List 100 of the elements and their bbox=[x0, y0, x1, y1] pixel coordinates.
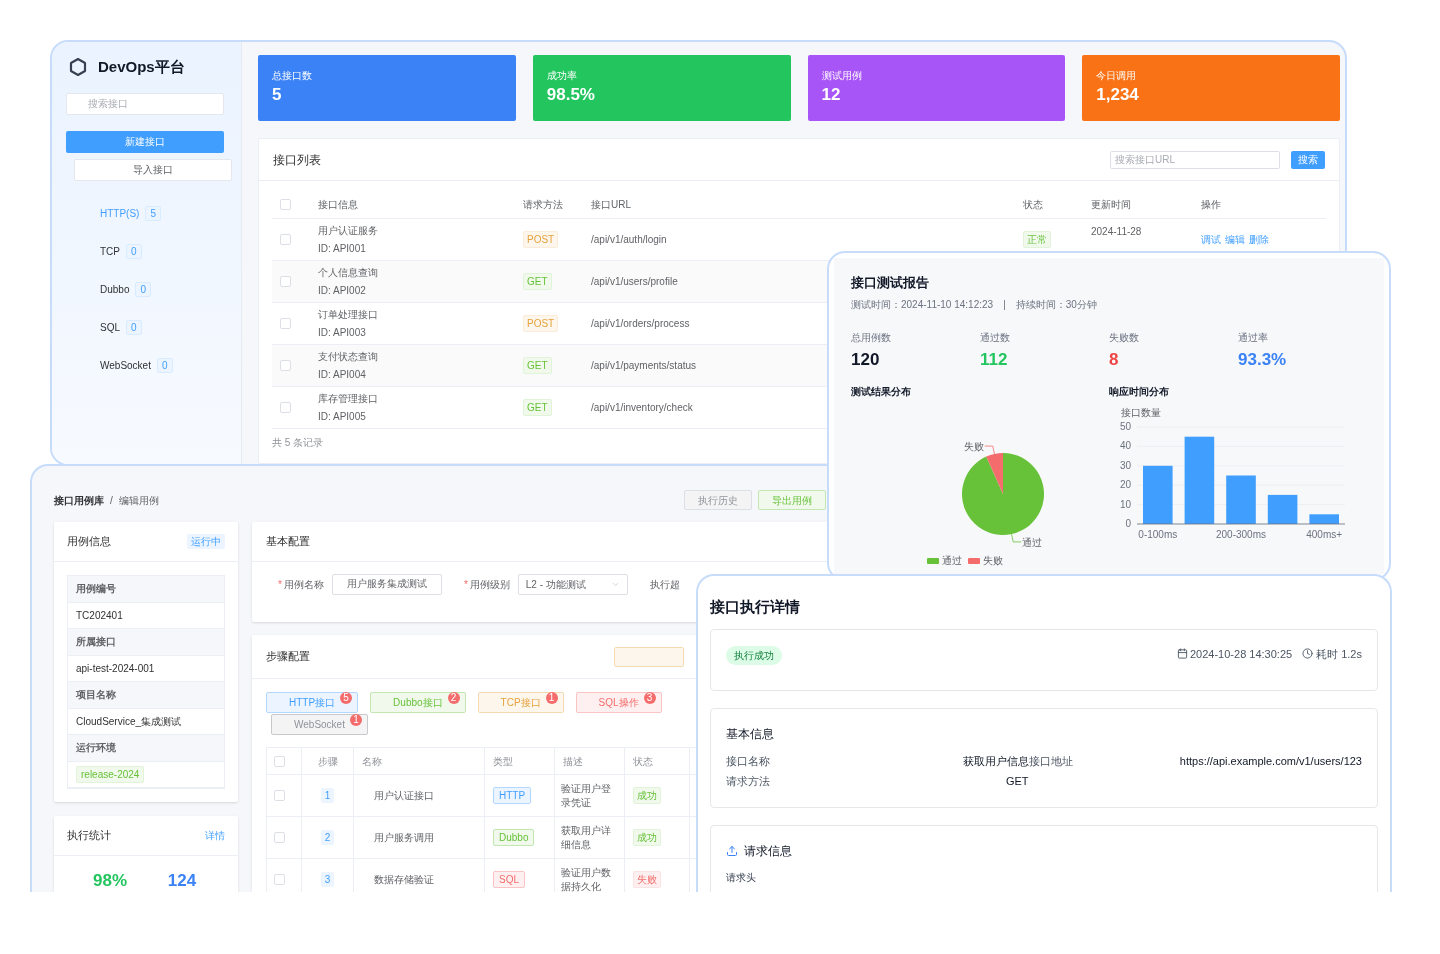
hexagon-logo-icon bbox=[68, 57, 88, 78]
field-value: CloudService_集成测试 bbox=[76, 714, 182, 729]
bar bbox=[1267, 494, 1298, 524]
action-link[interactable]: 删除 bbox=[1249, 232, 1269, 247]
row-checkbox[interactable] bbox=[274, 874, 285, 885]
nav-item[interactable]: WebSocket 0 bbox=[100, 356, 173, 375]
new-api-button[interactable]: 新建接口 bbox=[66, 130, 224, 153]
field-value: TC202401 bbox=[76, 608, 123, 623]
field-label: 接口名称 bbox=[726, 753, 770, 769]
import-api-button[interactable]: 导入接口 bbox=[74, 158, 232, 181]
stat-value: 98% bbox=[93, 870, 127, 892]
breadcrumb-link[interactable]: 接口用例库 bbox=[54, 492, 104, 508]
count-badge: 3 bbox=[643, 692, 656, 704]
case-level-select[interactable]: L2 - 功能测试 bbox=[517, 573, 628, 595]
y-tick-label: 50 bbox=[1118, 421, 1131, 433]
action-link[interactable]: 编辑 bbox=[1225, 232, 1245, 247]
nav-item[interactable]: HTTP(S) 5 bbox=[100, 204, 161, 223]
column-header: 接口URL bbox=[591, 198, 631, 212]
step-name: 数据存储验证 bbox=[374, 873, 434, 887]
search-button[interactable]: 搜索 bbox=[1291, 150, 1325, 169]
app-logo-text: DevOps平台 bbox=[98, 57, 185, 77]
count-badge: 5 bbox=[145, 206, 161, 221]
select-all-checkbox[interactable] bbox=[280, 199, 291, 210]
stat-value: 120 bbox=[851, 348, 880, 371]
case-name-field[interactable]: 用户服务集成测试 bbox=[331, 573, 442, 595]
card-title: 用例信息 bbox=[67, 534, 112, 550]
bar bbox=[1226, 475, 1256, 524]
method-tag: POST bbox=[523, 231, 559, 248]
stat-value: 8 bbox=[1109, 348, 1119, 371]
step-type-tab[interactable]: HTTP接口 5 bbox=[266, 692, 359, 713]
section-title: 基本信息 bbox=[726, 725, 774, 743]
step-type-tab[interactable]: WebSocket 1 bbox=[271, 714, 368, 735]
stat-label: 失败数 bbox=[1109, 330, 1139, 345]
row-checkbox[interactable] bbox=[274, 790, 285, 801]
nav-item[interactable]: SQL 0 bbox=[100, 318, 142, 337]
search-field[interactable]: 搜索接口 bbox=[66, 92, 224, 115]
status-tag: 成功 bbox=[633, 829, 661, 846]
row-checkbox[interactable] bbox=[274, 832, 285, 843]
count-badge: 0 bbox=[126, 320, 142, 335]
upload-icon bbox=[726, 844, 738, 857]
test-time: 测试时间：2024-11-10 14:12:23 bbox=[851, 297, 994, 312]
step-description: 获取用户详细信息 bbox=[561, 823, 612, 852]
step-number: 1 bbox=[320, 788, 335, 803]
row-checkbox[interactable] bbox=[280, 318, 291, 329]
column-header: 步骤 bbox=[317, 754, 338, 769]
chart-title: 测试结果分布 bbox=[851, 385, 911, 399]
method-tag: GET bbox=[523, 357, 552, 374]
add-step-button[interactable] bbox=[614, 646, 684, 667]
action-link[interactable]: 调试 bbox=[1201, 232, 1221, 247]
status-tag: 成功 bbox=[633, 787, 661, 804]
nav-item[interactable]: TCP 0 bbox=[100, 242, 142, 261]
api-id: ID: API001 bbox=[318, 242, 366, 256]
row-checkbox[interactable] bbox=[280, 360, 291, 371]
stat-label: 通过数 bbox=[980, 330, 1010, 345]
api-name: 个人信息查询 bbox=[318, 266, 378, 280]
count-badge: 0 bbox=[126, 244, 142, 259]
url-search-field[interactable]: 搜索接口URL bbox=[1110, 150, 1280, 169]
step-description: 验证用户登录凭证 bbox=[561, 781, 612, 810]
status-tag: 失败 bbox=[633, 871, 661, 888]
details-link[interactable]: 详情 bbox=[205, 828, 225, 843]
toolbar-button[interactable]: 导出用例 bbox=[758, 490, 826, 510]
count-badge: 1 bbox=[545, 692, 558, 704]
column-header: 描述 bbox=[563, 754, 583, 769]
type-tag: HTTP bbox=[493, 787, 532, 804]
stat-value: 1,234 bbox=[1096, 84, 1139, 106]
status-tag: 正常 bbox=[1023, 231, 1051, 248]
x-tick-label: 200-300ms bbox=[1215, 528, 1267, 542]
row-checkbox[interactable] bbox=[280, 234, 291, 245]
stat-value: 112 bbox=[980, 348, 1008, 371]
leader-line bbox=[1010, 531, 1022, 543]
test-duration: 持续时间：30分钟 bbox=[1015, 297, 1097, 312]
row-checkbox[interactable] bbox=[280, 276, 291, 287]
stat-label: 今日调用 bbox=[1096, 69, 1137, 83]
api-id: ID: API003 bbox=[318, 326, 366, 340]
api-id: ID: API005 bbox=[318, 410, 366, 424]
calendar-icon bbox=[1177, 647, 1188, 659]
toolbar-button[interactable]: 执行历史 bbox=[684, 490, 752, 510]
field-value: 获取用户信息 bbox=[962, 753, 1029, 769]
elapsed-time: 耗时 1.2s bbox=[1316, 646, 1362, 662]
step-type-tab[interactable]: TCP接口 1 bbox=[477, 692, 564, 713]
step-type-tab[interactable]: SQL操作 3 bbox=[575, 692, 662, 713]
stat-label: 总接口数 bbox=[272, 69, 312, 83]
column-header: 类型 bbox=[493, 754, 513, 769]
nav-item[interactable]: Dubbo 0 bbox=[100, 280, 152, 299]
count-badge: 2 bbox=[447, 692, 460, 704]
field-value: https://api.example.com/v1/users/123 bbox=[1179, 753, 1362, 769]
report-title: 接口测试报告 bbox=[851, 274, 929, 292]
card-title: 接口列表 bbox=[273, 151, 322, 169]
card-title: 执行统计 bbox=[67, 828, 112, 844]
step-number: 3 bbox=[320, 872, 335, 887]
api-url: /api/v1/auth/login bbox=[591, 233, 667, 247]
step-type-tab[interactable]: Dubbo接口 2 bbox=[370, 692, 466, 713]
status-tag: 运行中 bbox=[187, 534, 225, 549]
breadcrumb-separator: / bbox=[110, 493, 113, 508]
column-header: 状态 bbox=[633, 754, 653, 769]
row-checkbox[interactable] bbox=[280, 402, 291, 413]
bar bbox=[1309, 514, 1339, 524]
select-all-checkbox[interactable] bbox=[274, 755, 285, 767]
stat-value: 93.3% bbox=[1238, 348, 1287, 371]
field-value: api-test-2024-001 bbox=[76, 661, 155, 676]
